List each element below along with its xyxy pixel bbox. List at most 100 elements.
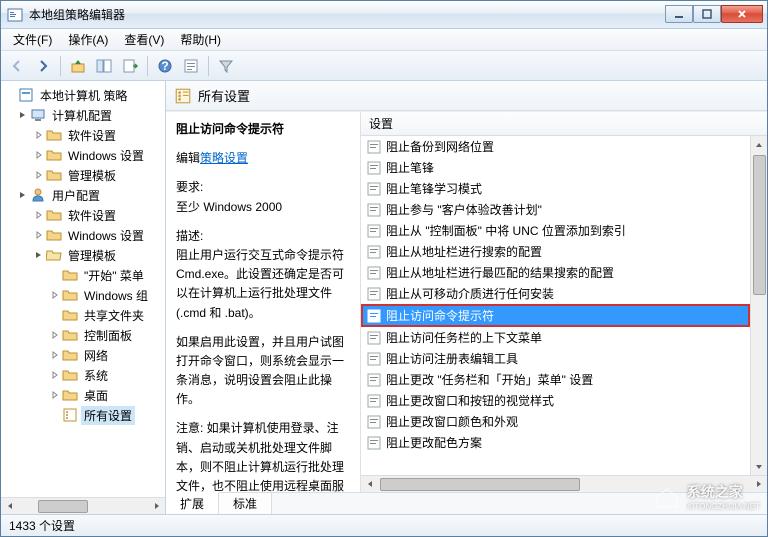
scroll-thumb[interactable] xyxy=(380,478,580,491)
menu-file[interactable]: 文件(F) xyxy=(5,29,60,50)
list-item[interactable]: 阻止笔锋 xyxy=(361,157,750,178)
expand-icon[interactable] xyxy=(33,209,45,221)
folder-open-icon xyxy=(46,247,62,263)
tree-desktop[interactable]: 桌面 xyxy=(3,385,165,405)
list-item[interactable]: 阻止更改窗口颜色和外观 xyxy=(361,411,750,432)
tree-label: 共享文件夹 xyxy=(81,306,147,325)
collapse-icon[interactable] xyxy=(33,249,45,261)
desc-body3: 注意: 如果计算机使用登录、注销、启动或关机批处理文件脚本，则不阻止计算机运行批… xyxy=(176,419,350,492)
list-item[interactable]: 阻止参与 "客户体验改善计划" xyxy=(361,199,750,220)
list-item[interactable]: 阻止更改 "任务栏和「开始」菜单" 设置 xyxy=(361,369,750,390)
maximize-button[interactable] xyxy=(693,5,721,23)
list-item[interactable]: 阻止从可移动介质进行任何安装 xyxy=(361,283,750,304)
help-button[interactable]: ? xyxy=(153,54,177,78)
list-item[interactable]: 阻止访问任务栏的上下文菜单 xyxy=(361,327,750,348)
scroll-down-button[interactable] xyxy=(751,458,767,475)
tree-all-settings[interactable]: 所有设置 xyxy=(3,405,165,425)
scroll-track[interactable] xyxy=(751,153,767,458)
tree-control-panel[interactable]: 控制面板 xyxy=(3,325,165,345)
settings-list[interactable]: 阻止备份到网络位置阻止笔锋阻止笔锋学习模式阻止参与 "客户体验改善计划" 阻止从 … xyxy=(361,136,750,475)
list-vscrollbar[interactable] xyxy=(750,136,767,475)
expand-icon[interactable] xyxy=(33,229,45,241)
minimize-button[interactable] xyxy=(665,5,693,23)
expander-icon[interactable] xyxy=(5,89,17,101)
expand-icon[interactable] xyxy=(33,169,45,181)
list-item[interactable]: 阻止访问注册表编辑工具 xyxy=(361,348,750,369)
policy-tree[interactable]: 本地计算机 策略 计算机配置 软件设置 Windows 设置 xyxy=(1,81,165,497)
desc-req-value: 至少 Windows 2000 xyxy=(176,198,350,217)
scroll-thumb[interactable] xyxy=(753,155,766,295)
expand-icon[interactable] xyxy=(33,149,45,161)
desc-body2: 如果启用此设置，并且用户试图打开命令窗口，则系统会显示一条消息，说明设置会阻止此… xyxy=(176,333,350,410)
list-item[interactable]: 阻止从地址栏进行最匹配的结果搜索的配置 xyxy=(361,262,750,283)
scroll-right-button[interactable] xyxy=(148,498,165,515)
tree-hscrollbar[interactable] xyxy=(1,497,165,514)
folder-icon xyxy=(46,167,62,183)
list-column-header[interactable]: 设置 xyxy=(361,112,767,136)
forward-button[interactable] xyxy=(31,54,55,78)
scroll-left-button[interactable] xyxy=(361,476,378,493)
list-item[interactable]: 阻止更改窗口和按钮的视觉样式 xyxy=(361,390,750,411)
menu-view[interactable]: 查看(V) xyxy=(116,29,172,50)
expand-icon[interactable] xyxy=(49,349,61,361)
policy-item-icon xyxy=(367,394,381,408)
list-item[interactable]: 阻止备份到网络位置 xyxy=(361,136,750,157)
title-bar[interactable]: 本地组策略编辑器 xyxy=(1,1,767,29)
tree-uc-software[interactable]: 软件设置 xyxy=(3,205,165,225)
menu-help[interactable]: 帮助(H) xyxy=(172,29,229,50)
list-item-label: 阻止更改窗口和按钮的视觉样式 xyxy=(386,392,554,409)
expand-icon[interactable] xyxy=(49,389,61,401)
collapse-icon[interactable] xyxy=(17,109,29,121)
list-item[interactable]: 阻止访问命令提示符 xyxy=(361,304,750,327)
policy-item-icon xyxy=(367,182,381,196)
close-button[interactable] xyxy=(721,5,763,23)
tree-uc-admin[interactable]: 管理模板 xyxy=(3,245,165,265)
tree-uc-windows[interactable]: Windows 设置 xyxy=(3,225,165,245)
tab-extended[interactable]: 扩展 xyxy=(166,492,219,514)
tree-cc-admin[interactable]: 管理模板 xyxy=(3,165,165,185)
list-item[interactable]: 阻止从地址栏进行搜索的配置 xyxy=(361,241,750,262)
list-item-label: 阻止从 "控制面板" 中将 UNC 位置添加到索引 xyxy=(386,222,626,239)
scroll-up-button[interactable] xyxy=(751,136,767,153)
tab-standard[interactable]: 标准 xyxy=(219,493,272,514)
policy-settings-link[interactable]: 策略设置 xyxy=(200,151,248,165)
scroll-left-button[interactable] xyxy=(1,498,18,515)
tree-windows-group[interactable]: Windows 组 xyxy=(3,285,165,305)
list-item[interactable]: 阻止笔锋学习模式 xyxy=(361,178,750,199)
folder-icon xyxy=(62,327,78,343)
folder-icon xyxy=(62,307,78,323)
menu-action[interactable]: 操作(A) xyxy=(60,29,116,50)
tree-cc-windows[interactable]: Windows 设置 xyxy=(3,145,165,165)
folder-icon xyxy=(62,367,78,383)
tree-system[interactable]: 系统 xyxy=(3,365,165,385)
expand-icon[interactable] xyxy=(49,329,61,341)
expand-icon[interactable] xyxy=(49,289,61,301)
tree-label: 软件设置 xyxy=(65,206,119,225)
tree-start-menu[interactable]: "开始" 菜单 xyxy=(3,265,165,285)
scroll-thumb[interactable] xyxy=(38,500,88,513)
expand-icon[interactable] xyxy=(49,369,61,381)
up-button[interactable] xyxy=(66,54,90,78)
folder-icon xyxy=(62,267,78,283)
tree-cc-software[interactable]: 软件设置 xyxy=(3,125,165,145)
scroll-track[interactable] xyxy=(378,476,750,492)
collapse-icon[interactable] xyxy=(17,189,29,201)
list-hscrollbar[interactable] xyxy=(361,475,767,492)
tree-root[interactable]: 本地计算机 策略 xyxy=(3,85,165,105)
scroll-right-button[interactable] xyxy=(750,476,767,493)
list-item[interactable]: 阻止更改配色方案 xyxy=(361,432,750,453)
back-button[interactable] xyxy=(5,54,29,78)
list-item[interactable]: 阻止从 "控制面板" 中将 UNC 位置添加到索引 xyxy=(361,220,750,241)
folder-icon xyxy=(46,207,62,223)
tree-network[interactable]: 网络 xyxy=(3,345,165,365)
scroll-track[interactable] xyxy=(18,498,148,514)
tree-computer-config[interactable]: 计算机配置 xyxy=(3,105,165,125)
tree-shared-folders[interactable]: 共享文件夹 xyxy=(3,305,165,325)
show-hide-tree-button[interactable] xyxy=(92,54,116,78)
toolbar-separator xyxy=(147,56,148,76)
filter-button[interactable] xyxy=(214,54,238,78)
properties-button[interactable] xyxy=(179,54,203,78)
export-button[interactable] xyxy=(118,54,142,78)
expand-icon[interactable] xyxy=(33,129,45,141)
tree-user-config[interactable]: 用户配置 xyxy=(3,185,165,205)
